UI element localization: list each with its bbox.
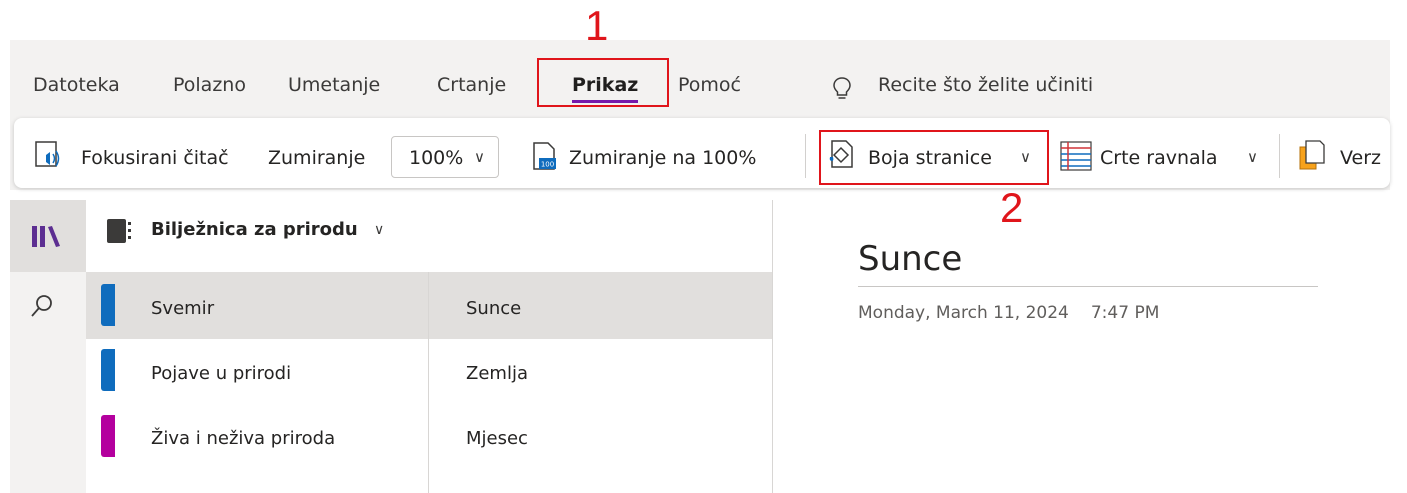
page-item[interactable]: Mjesec [466, 428, 528, 449]
svg-text:100: 100 [541, 161, 554, 169]
rule-lines-icon[interactable] [1060, 141, 1092, 175]
tell-me-search[interactable]: Recite što želite učiniti [878, 74, 1093, 96]
section-item[interactable]: Pojave u prirodi [151, 363, 291, 384]
notebook-icon[interactable] [106, 218, 136, 248]
lightbulb-icon [832, 76, 852, 102]
section-color-tab [101, 349, 115, 391]
immersive-reader-icon[interactable] [34, 139, 68, 175]
versions-icon[interactable] [1296, 139, 1326, 175]
notebook-name[interactable]: Bilježnica za prirodu [151, 219, 358, 240]
annotation-number-1: 1 [585, 2, 609, 49]
pane-divider [772, 200, 773, 493]
zoom-100-button[interactable]: Zumiranje na 100% [569, 147, 756, 169]
column-divider [428, 272, 429, 493]
tab-polazno[interactable]: Polazno [173, 74, 246, 96]
section-item[interactable]: Svemir [151, 298, 214, 319]
toolbar-divider [805, 134, 806, 178]
page-title[interactable]: Sunce [858, 239, 962, 279]
page-item[interactable]: Zemlja [466, 363, 528, 384]
chevron-down-icon[interactable]: ∨ [374, 222, 384, 238]
tab-crtanje[interactable]: Crtanje [437, 74, 506, 96]
tab-umetanje[interactable]: Umetanje [288, 74, 380, 96]
rule-lines-button[interactable]: Crte ravnala [1100, 147, 1218, 169]
chevron-down-icon: ∨ [474, 148, 485, 166]
annotation-box-2 [819, 130, 1049, 185]
section-item[interactable]: Živa i neživa priroda [151, 428, 335, 449]
section-color-tab [101, 415, 115, 457]
zoom-label: Zumiranje [268, 147, 366, 169]
tab-datoteka[interactable]: Datoteka [33, 74, 120, 96]
zoom-100-icon[interactable]: 100 [530, 141, 560, 175]
toolbar-divider [1279, 134, 1280, 178]
section-color-tab [101, 284, 115, 326]
title-underline [858, 286, 1318, 287]
page-item[interactable]: Sunce [466, 298, 521, 319]
versions-button[interactable]: Verz [1340, 147, 1381, 169]
chevron-down-icon[interactable]: ∨ [1247, 148, 1258, 166]
tab-pomoc[interactable]: Pomoć [678, 74, 741, 96]
annotation-box-1 [537, 58, 669, 107]
search-icon[interactable] [29, 293, 55, 323]
notebooks-icon[interactable] [31, 225, 61, 253]
immersive-reader-button[interactable]: Fokusirani čitač [81, 147, 229, 169]
page-date: Monday, March 11, 2024 7:47 PM [858, 303, 1160, 323]
annotation-number-2: 2 [1000, 184, 1024, 231]
zoom-value: 100% [409, 147, 464, 169]
